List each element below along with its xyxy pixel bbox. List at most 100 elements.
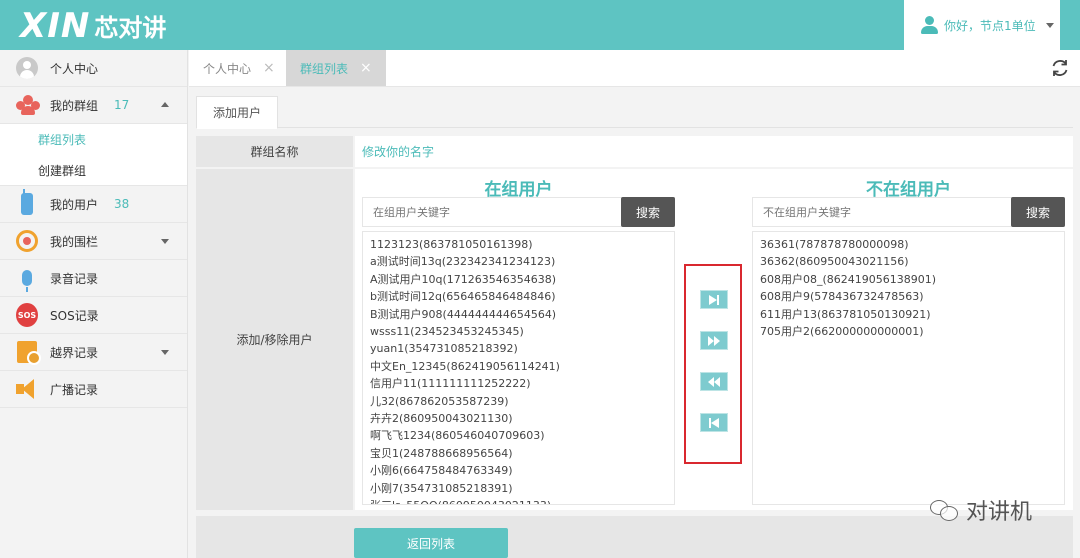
- play-start-icon: [709, 417, 719, 428]
- sidebar-item-my-users[interactable]: 我的用户 38: [0, 186, 187, 223]
- sidebar-item-label: 越界记录: [50, 345, 99, 360]
- chevron-up-icon: [161, 102, 169, 107]
- tab-personal-center[interactable]: 个人中心 ×: [189, 50, 289, 86]
- in-group-search-input[interactable]: [363, 198, 621, 226]
- back-to-list-button[interactable]: 返回列表: [354, 528, 508, 558]
- list-item[interactable]: b测试时间12q(656465846484846): [370, 288, 674, 305]
- list-item[interactable]: 611用户13(863781050130921): [760, 306, 1064, 323]
- wechat-icon: [930, 498, 960, 522]
- watermark-text: 对讲机: [966, 500, 1033, 525]
- move-selected-right-button[interactable]: [700, 290, 728, 309]
- close-icon[interactable]: ×: [360, 60, 372, 76]
- top-header: XIN 芯对讲 你好，节点1单位: [0, 0, 1080, 50]
- play-end-icon: [709, 294, 719, 305]
- move-selected-left-button[interactable]: [700, 413, 728, 432]
- rewind-icon: [708, 376, 720, 387]
- not-in-group-search: 搜索: [752, 197, 1065, 227]
- broadcast-icon: [16, 378, 38, 400]
- refresh-icon[interactable]: [1050, 58, 1070, 78]
- sidebar-item-label: 录音记录: [50, 271, 99, 286]
- close-icon[interactable]: ×: [263, 60, 275, 76]
- fence-icon: [16, 230, 38, 252]
- in-group-search-button[interactable]: 搜索: [621, 197, 675, 227]
- not-in-group-user-list[interactable]: 36361(787878780000098) 36362(860950043021…: [752, 231, 1065, 505]
- list-item[interactable]: 宝贝1(248788668956564): [370, 445, 674, 462]
- list-item[interactable]: 36362(860950043021156): [760, 253, 1064, 270]
- not-in-group-search-input[interactable]: [753, 198, 1011, 226]
- in-group-search: 搜索: [362, 197, 675, 227]
- sidebar-item-recordings[interactable]: 录音记录: [0, 260, 187, 297]
- sidebar-item-label: 我的群组: [50, 98, 99, 113]
- list-item[interactable]: wsss11(234523453245345): [370, 323, 674, 340]
- list-item[interactable]: 705用户2(662000000000001): [760, 323, 1064, 340]
- tab-label: 群组列表: [300, 61, 349, 76]
- sidebar-item-my-fences[interactable]: 我的围栏: [0, 223, 187, 260]
- list-item[interactable]: 张三ls_55QQ(860950043021133): [370, 497, 674, 504]
- list-item[interactable]: a测试时间13q(232342341234123): [370, 253, 674, 270]
- move-all-right-button[interactable]: [700, 331, 728, 350]
- group-count-badge: 17: [114, 98, 130, 112]
- transfer-buttons-group: [684, 264, 742, 464]
- tab-group-list[interactable]: 群组列表 ×: [286, 50, 386, 86]
- microphone-icon: [16, 267, 38, 292]
- sidebar-item-sos-records[interactable]: SOS SOS记录: [0, 297, 187, 334]
- border-alert-icon: [16, 341, 41, 365]
- inner-tab-row: 添加用户: [196, 96, 1073, 129]
- user-menu[interactable]: 你好，节点1单位: [904, 0, 1060, 50]
- tab-add-user[interactable]: 添加用户: [196, 96, 279, 129]
- sidebar-item-my-groups[interactable]: 我的群组 17: [0, 87, 187, 124]
- sidebar: 个人中心 我的群组 17 群组列表 创建群组 我的用户 38 我的围栏 录音记录…: [0, 50, 188, 558]
- list-item[interactable]: 卉卉2(860950043021130): [370, 410, 674, 427]
- user-transfer-area: 在组用户 搜索 1123123(863781050161398)a测试时间13q…: [355, 169, 1073, 510]
- add-remove-label: 添加/移除用户: [196, 169, 353, 510]
- list-item[interactable]: 608用户08_(862419056138901): [760, 271, 1064, 288]
- group-icon: [16, 94, 40, 116]
- sidebar-item-border-records[interactable]: 越界记录: [0, 334, 187, 371]
- list-item[interactable]: A测试用户10q(171263546354638): [370, 271, 674, 288]
- sidebar-item-label: 我的围栏: [50, 234, 99, 249]
- watermark: 对讲机: [930, 494, 1032, 526]
- chevron-down-icon: [161, 239, 169, 244]
- user-avatar-icon: [920, 16, 938, 34]
- tab-bar: 个人中心 × 群组列表 ×: [189, 50, 1080, 87]
- group-name-value[interactable]: 修改你的名字: [355, 136, 1073, 167]
- chevron-down-icon: [161, 350, 169, 355]
- sidebar-item-label: 广播记录: [50, 382, 99, 397]
- sidebar-item-label: 我的用户: [50, 197, 99, 212]
- list-item[interactable]: 608用户9(578436732478563): [760, 288, 1064, 305]
- move-all-left-button[interactable]: [700, 372, 728, 391]
- sos-icon: SOS: [16, 303, 38, 327]
- logo-cn-text: 芯对讲: [94, 14, 167, 42]
- user-count-badge: 38: [114, 197, 130, 211]
- list-item[interactable]: 信用户11(111111111252222): [370, 375, 674, 392]
- fast-forward-icon: [708, 335, 720, 346]
- chevron-down-icon: [1045, 22, 1054, 28]
- walkie-talkie-icon: [16, 189, 38, 215]
- list-item[interactable]: 1123123(863781050161398): [370, 236, 674, 253]
- sidebar-item-personal-center[interactable]: 个人中心: [0, 50, 187, 87]
- sidebar-subitem-create-group[interactable]: 创建群组: [0, 155, 187, 186]
- list-item[interactable]: yuan1(354731085218392): [370, 340, 674, 357]
- tab-label: 个人中心: [203, 61, 252, 76]
- list-item[interactable]: 中文En_12345(862419056114241): [370, 358, 674, 375]
- sidebar-item-label: SOS记录: [50, 308, 99, 323]
- sidebar-item-label: 个人中心: [50, 61, 99, 76]
- logo-latin-text: XIN: [20, 6, 91, 46]
- group-name-label: 群组名称: [196, 136, 353, 167]
- app-logo[interactable]: XIN 芯对讲: [20, 6, 166, 46]
- list-item[interactable]: 小刚6(664758484763349): [370, 462, 674, 479]
- sidebar-item-broadcast-records[interactable]: 广播记录: [0, 371, 187, 408]
- list-item[interactable]: B测试用户908(444444444654564): [370, 306, 674, 323]
- add-user-form: 群组名称 修改你的名字 添加/移除用户 在组用户 搜索 1123123(8637…: [196, 136, 1073, 510]
- user-greeting: 你好，节点1单位: [944, 18, 1036, 33]
- list-item[interactable]: 小刚7(354731085218391): [370, 480, 674, 497]
- not-in-group-search-button[interactable]: 搜索: [1011, 197, 1065, 227]
- person-icon: [16, 57, 38, 79]
- list-item[interactable]: 36361(787878780000098): [760, 236, 1064, 253]
- group-name-row: 群组名称 修改你的名字: [196, 136, 1073, 167]
- sidebar-subitem-group-list[interactable]: 群组列表: [0, 124, 187, 155]
- list-item[interactable]: 啊飞飞1234(860546040709603): [370, 427, 674, 444]
- in-group-user-list[interactable]: 1123123(863781050161398) a测试时间13q(2323423…: [362, 231, 675, 505]
- list-item[interactable]: 儿32(867862053587239): [370, 393, 674, 410]
- main-content: 添加用户 群组名称 修改你的名字 添加/移除用户 在组用户 搜索 1123123…: [189, 88, 1080, 558]
